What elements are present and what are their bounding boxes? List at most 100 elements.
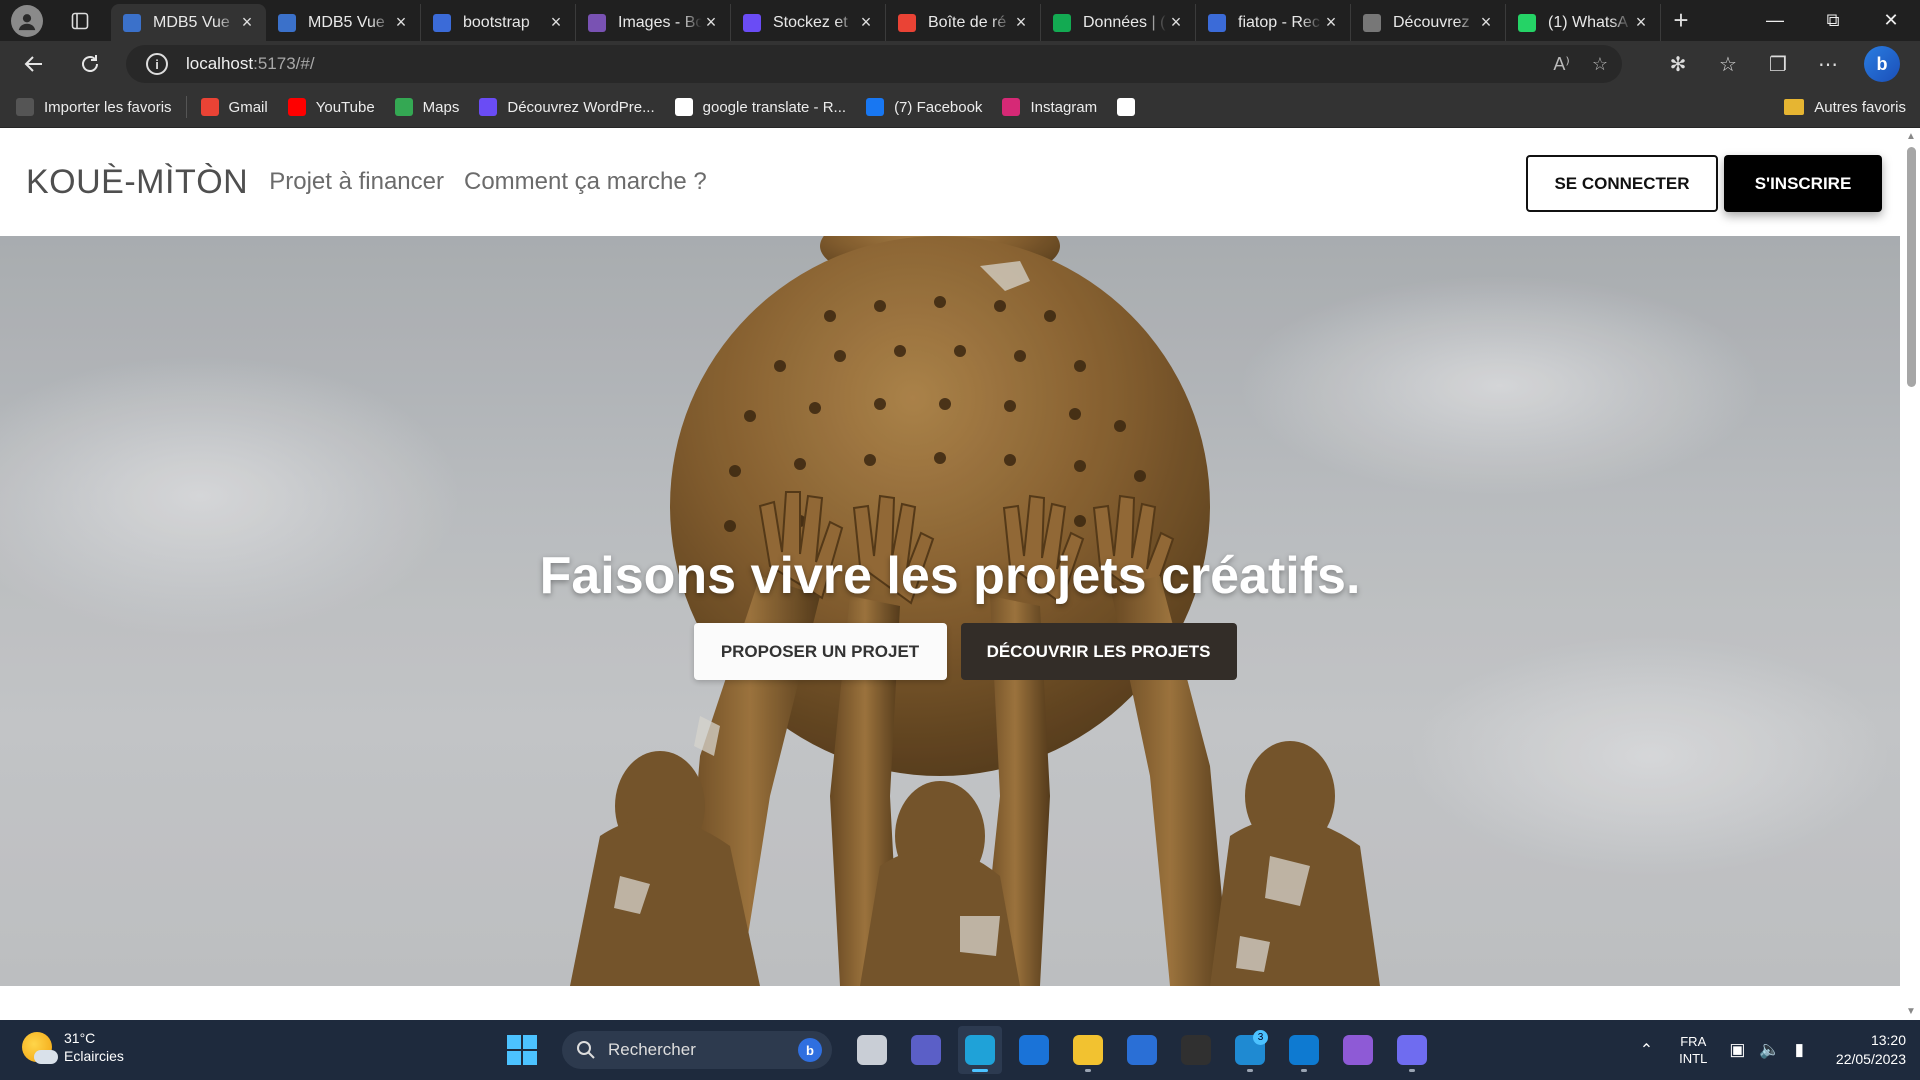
clock[interactable]: 13:20 22/05/2023: [1836, 1031, 1906, 1069]
bookmark-item[interactable]: google translate - R...: [674, 98, 847, 116]
taskbar-app[interactable]: [904, 1026, 948, 1074]
taskbar-app[interactable]: [1390, 1026, 1434, 1074]
browser-tab[interactable]: MDB5 Vue ×: [111, 4, 266, 41]
tab-title: MDB5 Vue: [308, 13, 385, 31]
taskbar-app[interactable]: [1012, 1026, 1056, 1074]
signup-button[interactable]: S'INSCRIRE: [1724, 155, 1882, 212]
gmail-icon: [200, 98, 219, 116]
bookmark-item[interactable]: Importer les favoris: [16, 98, 172, 116]
volume-icon[interactable]: 🔈: [1759, 1040, 1780, 1060]
taskbar-app[interactable]: [850, 1026, 894, 1074]
person-icon: [18, 13, 36, 30]
profile-avatar[interactable]: [11, 4, 43, 37]
scroll-down-icon[interactable]: ▼: [1905, 1006, 1917, 1017]
taskbar-app[interactable]: [1336, 1026, 1380, 1074]
close-tab-icon[interactable]: ×: [238, 12, 256, 33]
taskbar-app[interactable]: [1066, 1026, 1110, 1074]
taskbar-app[interactable]: [1282, 1026, 1326, 1074]
bing-icon[interactable]: b: [798, 1038, 822, 1062]
bing-copilot-icon[interactable]: b: [1864, 46, 1900, 82]
weather-widget[interactable]: 31°C Eclaircies: [22, 1029, 124, 1065]
taskbar-app[interactable]: 3: [1228, 1026, 1272, 1074]
close-tab-icon[interactable]: ×: [392, 12, 410, 33]
minimize-button[interactable]: —: [1746, 0, 1804, 41]
close-tab-icon[interactable]: ×: [1012, 12, 1030, 33]
site-logo[interactable]: KOUÈ-MÌTÒN: [26, 163, 248, 202]
youtube-icon: [287, 98, 306, 116]
read-aloud-icon[interactable]: A⁾: [1553, 54, 1569, 75]
bookmark-item[interactable]: Gmail: [200, 98, 268, 116]
bookmark-item[interactable]: Maps: [394, 98, 459, 116]
back-button[interactable]: [16, 46, 52, 82]
close-tab-icon[interactable]: ×: [1477, 12, 1495, 33]
dropbox-icon: [479, 98, 498, 116]
extensions-icon[interactable]: ✻: [1664, 46, 1692, 82]
discover-projects-button[interactable]: DÉCOUVRIR LES PROJETS: [960, 623, 1237, 680]
bookmark-item[interactable]: [1117, 98, 1145, 116]
close-tab-icon[interactable]: ×: [547, 12, 565, 33]
language-indicator[interactable]: FRA INTL: [1679, 1033, 1707, 1067]
bookmarks-separator: [185, 96, 187, 118]
bookmark-label: Importer les favoris: [44, 98, 172, 116]
site-info-icon[interactable]: i: [146, 53, 168, 75]
taskbar-app[interactable]: [1174, 1026, 1218, 1074]
other-favorites[interactable]: Autres favoris: [1784, 99, 1906, 116]
bookmark-item[interactable]: Découvrez WordPre...: [479, 98, 655, 116]
tab-title: MDB5 Vue: [153, 13, 230, 31]
browser-tab[interactable]: Données | (×: [1041, 4, 1196, 41]
visual-studio-icon: [1343, 1035, 1373, 1065]
browser-tab[interactable]: Stockez et ×: [731, 4, 886, 41]
taskbar-search[interactable]: Rechercher b: [562, 1031, 832, 1069]
nav-link-how-it-works[interactable]: Comment ça marche ?: [464, 168, 707, 196]
collections-icon[interactable]: ❐: [1764, 46, 1792, 82]
close-tab-icon[interactable]: ×: [857, 12, 875, 33]
browser-tab[interactable]: Images - Bo ×: [576, 4, 731, 41]
restore-button[interactable]: ⧉: [1804, 0, 1862, 41]
bookmark-label: google translate - R...: [702, 98, 847, 116]
page-scrollbar[interactable]: ▲ ▼: [1902, 128, 1920, 1020]
keyboard-layout: INTL: [1679, 1051, 1708, 1066]
start-button[interactable]: [500, 1026, 544, 1074]
edge-icon: [965, 1035, 995, 1065]
refresh-button[interactable]: [72, 46, 108, 82]
bookmark-label: Découvrez WordPre...: [507, 98, 655, 116]
running-indicator: [972, 1069, 988, 1072]
tab-list: MDB5 Vue × MDB5 Vue × bootstrap × Images - Bo ×…: [111, 0, 1661, 41]
tab-actions-button[interactable]: [63, 4, 97, 38]
new-tab-button[interactable]: +: [1661, 2, 1701, 39]
close-tab-icon[interactable]: ×: [1167, 12, 1185, 33]
taskbar-app[interactable]: [958, 1026, 1002, 1074]
close-window-button[interactable]: ✕: [1862, 0, 1920, 41]
bookmark-item[interactable]: (7) Facebook: [866, 98, 982, 116]
browser-tab[interactable]: (1) WhatsA ×: [1506, 4, 1661, 41]
close-tab-icon[interactable]: ×: [702, 12, 720, 33]
tab-title: Images - Bo: [618, 13, 702, 31]
browser-tab[interactable]: Boîte de ré ×: [886, 4, 1041, 41]
network-icon[interactable]: ▣: [1729, 1040, 1745, 1060]
url-text[interactable]: localhost:5173/#/: [186, 54, 315, 74]
browser-tab[interactable]: fiatop - Rec ×: [1196, 4, 1351, 41]
bookmark-item[interactable]: YouTube: [287, 98, 375, 116]
more-menu-icon[interactable]: ⋯: [1814, 46, 1842, 82]
browser-tab[interactable]: MDB5 Vue ×: [266, 4, 421, 41]
close-tab-icon[interactable]: ×: [1322, 12, 1340, 33]
running-indicator: [1085, 1069, 1091, 1072]
scrollbar-thumb[interactable]: [1907, 147, 1916, 387]
browser-tab[interactable]: bootstrap ×: [421, 4, 576, 41]
scroll-up-icon[interactable]: ▲: [1905, 131, 1917, 142]
address-bar[interactable]: i localhost:5173/#/ A⁾ ☆: [126, 45, 1622, 83]
taskbar-app[interactable]: [1120, 1026, 1164, 1074]
login-button[interactable]: SE CONNECTER: [1526, 155, 1718, 212]
propose-project-button[interactable]: PROPOSER UN PROJET: [693, 623, 947, 680]
nav-link-projects[interactable]: Projet à financer: [269, 168, 444, 196]
battery-icon[interactable]: ▮: [1795, 1040, 1804, 1060]
favorites-icon[interactable]: ☆: [1714, 46, 1742, 82]
browser-tab[interactable]: Découvrez ×: [1351, 4, 1506, 41]
add-favorite-icon[interactable]: ☆: [1592, 54, 1608, 75]
close-tab-icon[interactable]: ×: [1632, 12, 1650, 33]
bookmark-item[interactable]: Instagram: [1002, 98, 1097, 116]
show-hidden-icons-icon[interactable]: ⌃: [1640, 1040, 1653, 1060]
site-navbar: KOUÈ-MÌTÒN Projet à financer Comment ça …: [0, 128, 1902, 236]
running-indicator: [1247, 1069, 1253, 1072]
instagram-icon: [1002, 98, 1021, 116]
